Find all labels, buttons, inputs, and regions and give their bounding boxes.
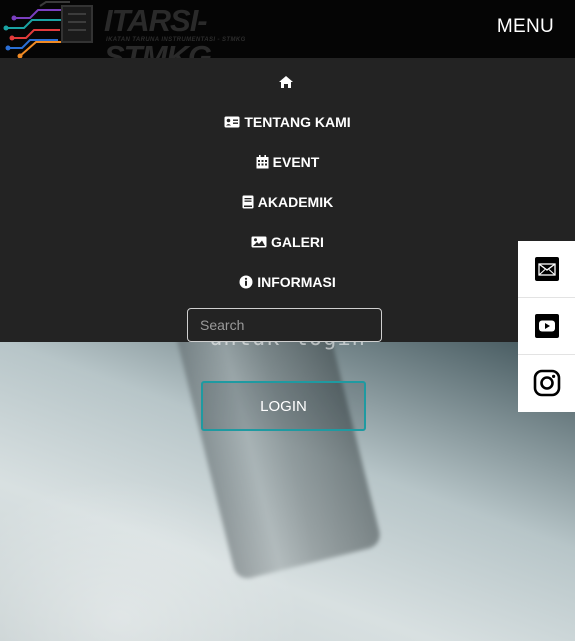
nav-item-tentang-kami[interactable]: TENTANG KAMI <box>0 109 575 135</box>
nav-item-informasi-label: INFORMASI <box>257 274 336 290</box>
nav-item-event[interactable]: EVENT <box>0 149 575 175</box>
image-icon <box>251 236 267 248</box>
nav-item-event-label: EVENT <box>272 154 320 170</box>
search-input[interactable] <box>187 308 382 342</box>
social-instagram-button[interactable] <box>518 355 575 411</box>
book-icon <box>242 195 254 209</box>
id-card-icon <box>224 116 240 128</box>
site-logo[interactable]: ITARSI-STMKG IKATAN TARUNA INSTRUMENTASI… <box>0 0 280 74</box>
calendar-icon <box>256 155 269 169</box>
circuit-logo-icon <box>3 1 93 59</box>
info-icon <box>239 275 253 289</box>
top-bar: ITARSI-STMKG IKATAN TARUNA INSTRUMENTASI… <box>0 0 575 74</box>
nav-item-tentang-kami-label: TENTANG KAMI <box>244 114 351 130</box>
nav-item-akademik-label: AKADEMIK <box>257 194 334 210</box>
nav-item-galeri[interactable]: GALERI <box>0 229 575 255</box>
brand-subtitle: IKATAN TARUNA INSTRUMENTASI - STMKG <box>106 37 246 43</box>
instagram-icon <box>533 369 560 397</box>
nav-dropdown: TENTANG KAMI EVENT AKADEMIK GALERI INFOR… <box>0 58 575 342</box>
mail-icon <box>534 257 559 281</box>
social-youtube-button[interactable] <box>518 298 575 354</box>
menu-button[interactable]: MENU <box>497 16 554 38</box>
nav-item-akademik[interactable]: AKADEMIK <box>0 189 575 215</box>
nav-item-galeri-label: GALERI <box>271 234 324 250</box>
youtube-icon <box>534 314 559 338</box>
nav-item-informasi[interactable]: INFORMASI <box>0 269 575 295</box>
social-sidebar <box>518 241 575 412</box>
social-mail-button[interactable] <box>518 241 575 297</box>
nav-item-home[interactable] <box>0 69 575 95</box>
login-button[interactable]: LOGIN <box>201 381 366 431</box>
home-icon <box>278 76 293 88</box>
